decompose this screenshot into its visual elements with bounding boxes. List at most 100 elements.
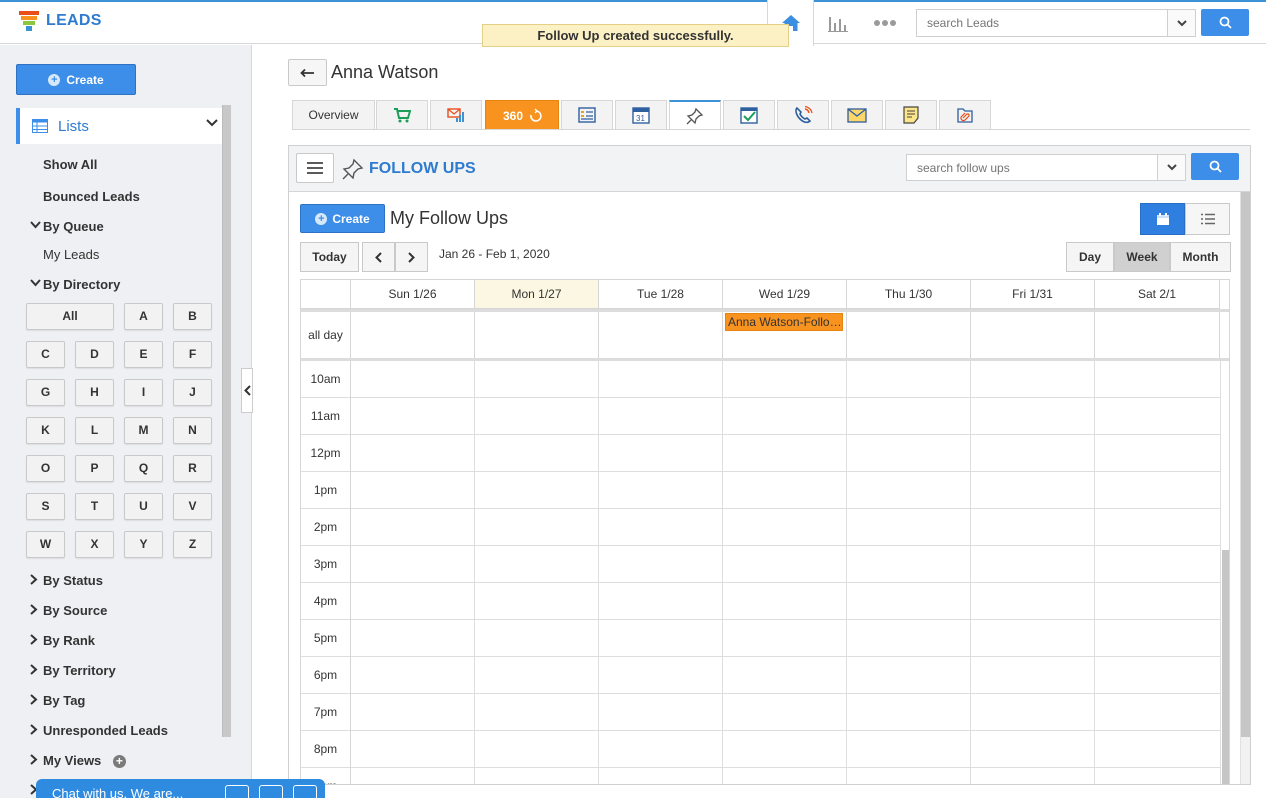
letter-w[interactable]: W	[26, 531, 65, 558]
follow-up-event[interactable]: Anna Watson-Follow Up	[725, 313, 843, 331]
letter-all[interactable]: All	[26, 303, 114, 330]
all-day-cell[interactable]	[847, 312, 971, 358]
tab-details[interactable]	[561, 100, 613, 129]
sidebar-item-by-tag[interactable]: By Tag	[30, 693, 85, 708]
sidebar-item-my-leads[interactable]: My Leads	[43, 247, 99, 262]
tab-attachments[interactable]	[939, 100, 991, 129]
tab-tasks[interactable]	[723, 100, 775, 129]
tab-campaigns[interactable]	[430, 100, 482, 129]
letter-v[interactable]: V	[173, 493, 212, 520]
time-row[interactable]: 7pm	[301, 694, 1221, 731]
leads-search-button[interactable]	[1201, 9, 1249, 36]
letter-l[interactable]: L	[75, 417, 114, 444]
time-row[interactable]: 6pm	[301, 657, 1221, 694]
letter-a[interactable]: A	[124, 303, 163, 330]
letter-j[interactable]: J	[173, 379, 212, 406]
tab-notes[interactable]	[885, 100, 937, 129]
letter-d[interactable]: D	[75, 341, 114, 368]
all-day-cell[interactable]	[971, 312, 1095, 358]
app-brand[interactable]: LEADS	[18, 10, 102, 32]
letter-y[interactable]: Y	[124, 531, 163, 558]
chat-call-icon[interactable]	[259, 785, 283, 798]
sidebar-item-by-queue[interactable]: By Queue	[30, 219, 104, 234]
time-row[interactable]: 5pm	[301, 620, 1221, 657]
calendar-view-button[interactable]	[1140, 203, 1185, 235]
letter-c[interactable]: C	[26, 341, 65, 368]
time-row[interactable]: 4pm	[301, 583, 1221, 620]
sidebar-item-by-status[interactable]: By Status	[30, 573, 103, 588]
sidebar-item-by-territory[interactable]: By Territory	[30, 663, 116, 678]
time-row[interactable]: 8pm	[301, 731, 1221, 768]
letter-n[interactable]: N	[173, 417, 212, 444]
sidebar-item-bounced-leads[interactable]: Bounced Leads	[43, 189, 140, 204]
sidebar-item-by-rank[interactable]: By Rank	[30, 633, 95, 648]
letter-q[interactable]: Q	[124, 455, 163, 482]
sidebar-item-by-directory[interactable]: By Directory	[30, 277, 120, 292]
leads-search-input[interactable]	[917, 10, 1195, 36]
tab-events[interactable]: 31	[615, 100, 667, 129]
time-row[interactable]: 1pm	[301, 472, 1221, 509]
letter-m[interactable]: M	[124, 417, 163, 444]
chat-widget[interactable]: Chat with us, We are...	[36, 779, 325, 798]
time-row[interactable]: 9pm	[301, 768, 1221, 784]
letter-k[interactable]: K	[26, 417, 65, 444]
time-row[interactable]: 10am	[301, 361, 1221, 398]
today-button[interactable]: Today	[300, 242, 359, 272]
chat-collapse-icon[interactable]	[293, 785, 317, 798]
sidebar-collapse-toggle[interactable]	[241, 368, 253, 413]
time-row[interactable]: 2pm	[301, 509, 1221, 546]
tab-orders[interactable]	[376, 100, 428, 129]
time-row[interactable]: 12pm	[301, 435, 1221, 472]
tab-emails[interactable]	[831, 100, 883, 129]
next-week-button[interactable]	[395, 242, 428, 272]
more-button[interactable]	[870, 10, 900, 36]
tab-calls[interactable]	[777, 100, 829, 129]
letter-p[interactable]: P	[75, 455, 114, 482]
all-day-cell[interactable]	[475, 312, 599, 358]
leads-search[interactable]	[916, 9, 1196, 37]
create-lead-button[interactable]: + Create	[16, 64, 136, 95]
all-day-cell[interactable]	[1095, 312, 1220, 358]
panel-scrollbar[interactable]	[1241, 192, 1250, 737]
letter-x[interactable]: X	[75, 531, 114, 558]
month-view-button[interactable]: Month	[1170, 242, 1231, 272]
chat-message-icon[interactable]	[225, 785, 249, 798]
list-view-button[interactable]	[1185, 203, 1230, 235]
sidebar-item-by-source[interactable]: By Source	[30, 603, 107, 618]
follow-ups-search[interactable]	[906, 154, 1186, 181]
week-view-button[interactable]: Week	[1114, 242, 1170, 272]
lists-header[interactable]: Lists	[16, 108, 222, 144]
menu-button[interactable]	[296, 153, 334, 183]
letter-r[interactable]: R	[173, 455, 212, 482]
sidebar-item-my-views[interactable]: My Views +	[30, 753, 126, 769]
tab-360[interactable]: 360	[485, 100, 559, 129]
reports-button[interactable]	[823, 10, 853, 36]
letter-f[interactable]: F	[173, 341, 212, 368]
letter-g[interactable]: G	[26, 379, 65, 406]
tab-overview[interactable]: Overview	[292, 100, 375, 129]
follow-ups-search-dropdown[interactable]	[1157, 155, 1185, 180]
day-view-button[interactable]: Day	[1066, 242, 1114, 272]
create-follow-up-button[interactable]: + Create	[300, 204, 385, 233]
sidebar-item-show-all[interactable]: Show All	[43, 157, 97, 172]
leads-search-dropdown[interactable]	[1167, 10, 1195, 36]
follow-ups-search-input[interactable]	[907, 155, 1185, 180]
letter-h[interactable]: H	[75, 379, 114, 406]
letter-u[interactable]: U	[124, 493, 163, 520]
letter-t[interactable]: T	[75, 493, 114, 520]
all-day-cell[interactable]	[599, 312, 723, 358]
letter-z[interactable]: Z	[173, 531, 212, 558]
calendar-scrollbar[interactable]	[1222, 550, 1229, 784]
add-view-icon[interactable]: +	[112, 755, 126, 769]
letter-s[interactable]: S	[26, 493, 65, 520]
letter-e[interactable]: E	[124, 341, 163, 368]
sidebar-scrollbar[interactable]	[222, 105, 231, 737]
letter-o[interactable]: O	[26, 455, 65, 482]
follow-ups-search-button[interactable]	[1191, 153, 1239, 180]
letter-i[interactable]: I	[124, 379, 163, 406]
sidebar-item-unresponded-leads[interactable]: Unresponded Leads	[30, 723, 168, 738]
letter-b[interactable]: B	[173, 303, 212, 330]
tab-follow-ups[interactable]	[669, 100, 721, 130]
back-button[interactable]	[288, 59, 327, 86]
time-row[interactable]: 3pm	[301, 546, 1221, 583]
